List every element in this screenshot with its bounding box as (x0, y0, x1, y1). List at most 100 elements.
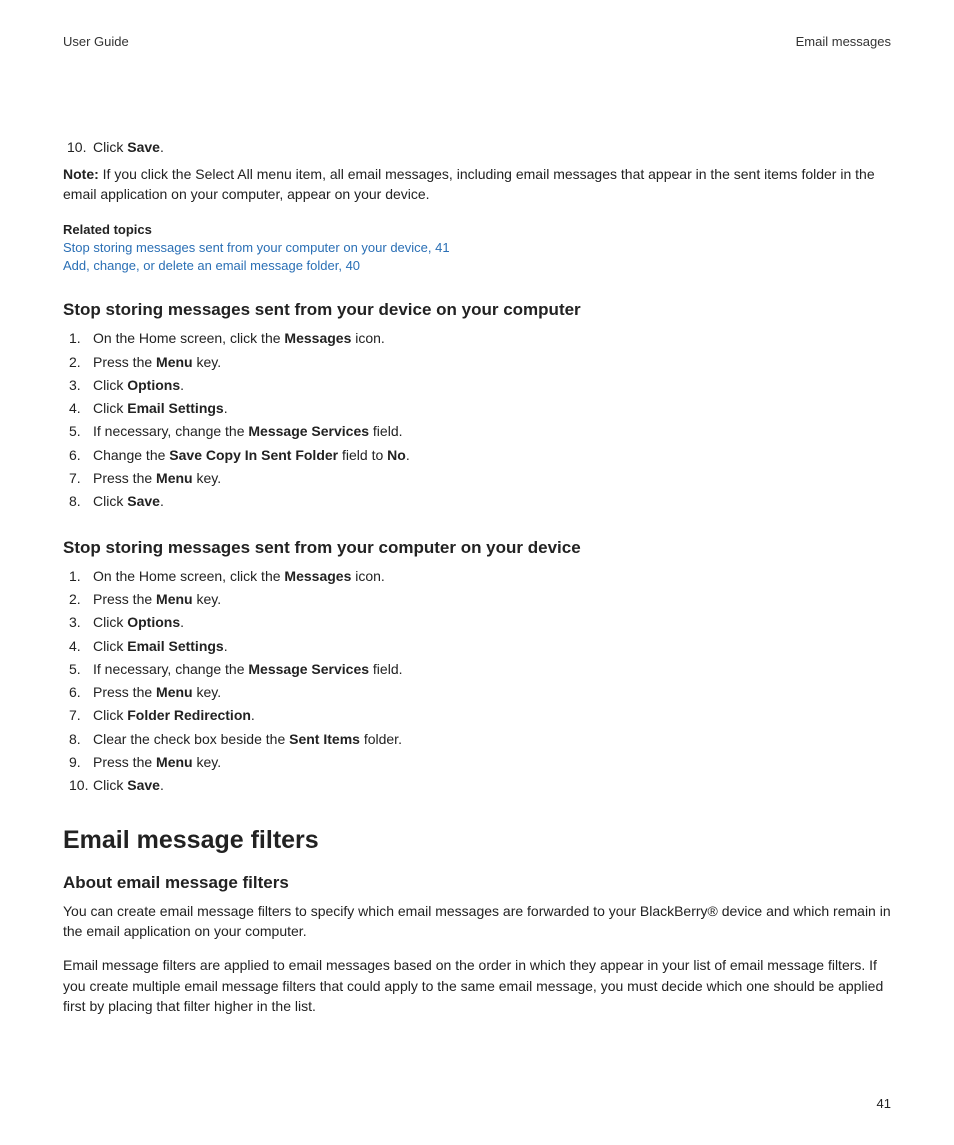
text-run: On the Home screen, click the (93, 330, 284, 346)
list-item: 2.Press the Menu key. (63, 589, 891, 609)
list-item: 8.Click Save. (63, 491, 891, 511)
step-text: Click Email Settings. (93, 636, 891, 656)
text-run: key. (193, 591, 222, 607)
header-right: Email messages (796, 34, 891, 49)
text-run: key. (193, 470, 222, 486)
step-number: 7. (63, 468, 93, 488)
text-run: . (160, 493, 164, 509)
text-run: On the Home screen, click the (93, 568, 284, 584)
list-item: 5.If necessary, change the Message Servi… (63, 421, 891, 441)
paragraph: You can create email message filters to … (63, 901, 891, 942)
text-run: If necessary, change the (93, 423, 248, 439)
text-run: Click (93, 493, 127, 509)
step-number: 1. (63, 328, 93, 348)
list-item: 4.Click Email Settings. (63, 398, 891, 418)
page-number: 41 (877, 1096, 891, 1111)
step-text: Click Folder Redirection. (93, 705, 891, 725)
text-bold: Menu (156, 754, 193, 770)
step-number: 10. (63, 139, 93, 155)
text-run: . (406, 447, 410, 463)
text-run: Press the (93, 354, 156, 370)
text-run: . (224, 638, 228, 654)
steps-list-a: 1.On the Home screen, click the Messages… (63, 328, 891, 511)
step-text: Clear the check box beside the Sent Item… (93, 729, 891, 749)
text-run: . (180, 377, 184, 393)
step-number: 6. (63, 445, 93, 465)
step-number: 5. (63, 659, 93, 679)
step-number: 4. (63, 398, 93, 418)
text-bold: Menu (156, 591, 193, 607)
text-run: field. (369, 423, 402, 439)
text-bold: Options (127, 377, 180, 393)
list-item: 7.Press the Menu key. (63, 468, 891, 488)
steps-list-b: 1.On the Home screen, click the Messages… (63, 566, 891, 796)
text-run: field to (338, 447, 387, 463)
related-heading: Related topics (63, 222, 891, 237)
list-item: 7.Click Folder Redirection. (63, 705, 891, 725)
step-text: Click Email Settings. (93, 398, 891, 418)
text-run: icon. (351, 568, 384, 584)
subheading-stop-computer-to-device: Stop storing messages sent from your com… (63, 538, 891, 558)
text-run: key. (193, 684, 222, 700)
text-bold: Menu (156, 684, 193, 700)
text-run: key. (193, 754, 222, 770)
list-item: 9.Press the Menu key. (63, 752, 891, 772)
text-run: icon. (351, 330, 384, 346)
text-run: Click (93, 707, 127, 723)
text-run: Clear the check box beside the (93, 731, 289, 747)
step-number: 4. (63, 636, 93, 656)
text-bold: Message Services (248, 423, 369, 439)
step-text: Press the Menu key. (93, 752, 891, 772)
text-run: Press the (93, 470, 156, 486)
text-bold: Save (127, 139, 160, 155)
text-bold: Sent Items (289, 731, 360, 747)
text-bold: Save Copy In Sent Folder (169, 447, 338, 463)
header-left: User Guide (63, 34, 129, 49)
text-run: Change the (93, 447, 169, 463)
text-run: field. (369, 661, 402, 677)
text-run: Press the (93, 754, 156, 770)
step-number: 1. (63, 566, 93, 586)
list-item: 2.Press the Menu key. (63, 352, 891, 372)
step-text: Press the Menu key. (93, 468, 891, 488)
text-run: . (224, 400, 228, 416)
step-text: On the Home screen, click the Messages i… (93, 566, 891, 586)
step-text: If necessary, change the Message Service… (93, 659, 891, 679)
step-text: Change the Save Copy In Sent Folder fiel… (93, 445, 891, 465)
step-text: Click Save. (93, 139, 891, 155)
text-bold: Menu (156, 354, 193, 370)
text-run: folder. (360, 731, 402, 747)
list-item: 4.Click Email Settings. (63, 636, 891, 656)
text-run: Click (93, 614, 127, 630)
text-run: Click (93, 638, 127, 654)
step-number: 3. (63, 612, 93, 632)
step-text: Press the Menu key. (93, 682, 891, 702)
text-bold: Save (127, 493, 160, 509)
note-paragraph: Note: If you click the Select All menu i… (63, 165, 891, 204)
list-item: 1.On the Home screen, click the Messages… (63, 328, 891, 348)
paragraph: Email message filters are applied to ema… (63, 955, 891, 1016)
list-item: 10.Click Save. (63, 775, 891, 795)
text-bold: Messages (284, 330, 351, 346)
step-text: Click Save. (93, 491, 891, 511)
text-run: Click (93, 139, 127, 155)
text-run: Click (93, 777, 127, 793)
text-run: Press the (93, 684, 156, 700)
list-item: 3.Click Options. (63, 612, 891, 632)
step-number: 8. (63, 729, 93, 749)
step-text: Click Options. (93, 612, 891, 632)
step-number: 6. (63, 682, 93, 702)
step-number: 2. (63, 352, 93, 372)
text-bold: Messages (284, 568, 351, 584)
step-number: 10. (63, 775, 93, 795)
text-bold: Menu (156, 470, 193, 486)
related-topics: Related topics Stop storing messages sen… (63, 222, 891, 274)
related-link[interactable]: Add, change, or delete an email message … (63, 257, 891, 275)
continued-step-list: 10. Click Save. (63, 139, 891, 155)
text-run: If necessary, change the (93, 661, 248, 677)
related-link[interactable]: Stop storing messages sent from your com… (63, 239, 891, 257)
step-text: Click Save. (93, 775, 891, 795)
heading-email-filters: Email message filters (63, 826, 891, 855)
text-bold: Save (127, 777, 160, 793)
text-run: . (180, 614, 184, 630)
